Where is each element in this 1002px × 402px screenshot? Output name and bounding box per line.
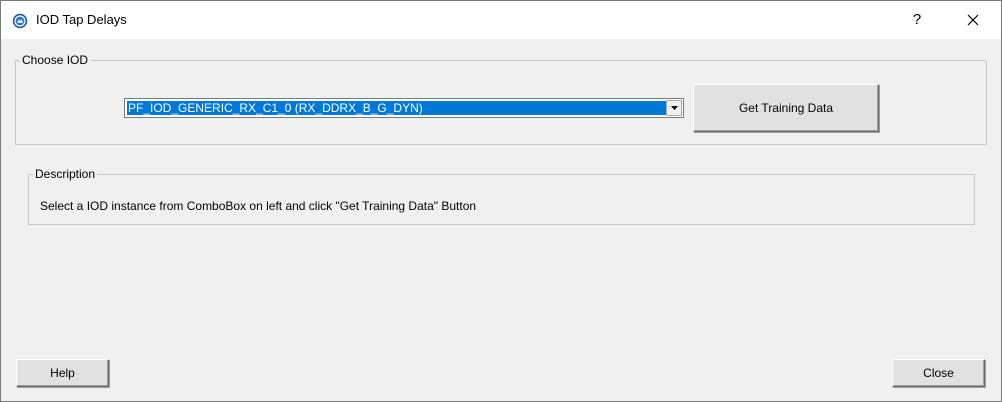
title-bar: IOD Tap Delays ? (1, 1, 1001, 39)
choose-iod-legend: Choose IOD (22, 53, 89, 67)
help-button[interactable]: Help (16, 359, 109, 387)
get-training-data-button[interactable]: Get Training Data (693, 84, 879, 132)
combobox-dropdown-button[interactable] (666, 100, 682, 116)
combobox-selected-value: PF_IOD_GENERIC_RX_C1_0 (RX_DDRX_B_G_DYN) (127, 101, 666, 115)
description-legend: Description (35, 167, 96, 181)
description-text: Select a IOD instance from ComboBox on l… (40, 199, 477, 213)
window-close-button[interactable] (955, 5, 991, 35)
window-title: IOD Tap Delays (36, 12, 127, 27)
context-help-button[interactable]: ? (898, 5, 936, 35)
question-mark-icon: ? (912, 11, 922, 28)
app-gear-icon (12, 13, 28, 29)
description-group: Description (28, 167, 975, 225)
dialog-body: Choose IOD PF_IOD_GENERIC_RX_C1_0 (RX_DD… (1, 39, 1001, 401)
chevron-down-icon (671, 106, 678, 110)
iod-tap-delays-dialog: IOD Tap Delays ? Choose IOD PF_IOD_GENER… (0, 0, 1002, 402)
close-x-icon (967, 14, 979, 26)
iod-instance-combobox[interactable]: PF_IOD_GENERIC_RX_C1_0 (RX_DDRX_B_G_DYN) (124, 98, 684, 118)
close-button[interactable]: Close (892, 359, 985, 387)
